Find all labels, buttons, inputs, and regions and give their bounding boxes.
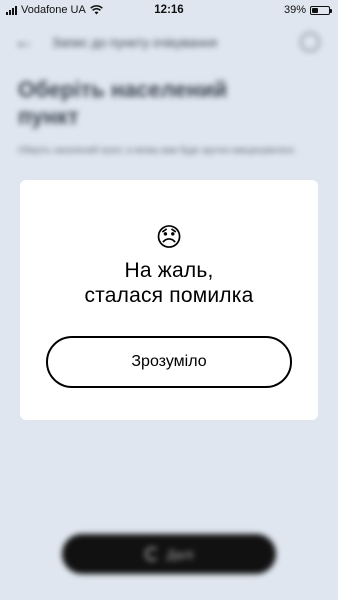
background-subtitle: Оберіть населений пункт, в якому вам буд…	[18, 145, 297, 155]
battery-icon	[310, 5, 332, 15]
carrier-label: Vodafone UA	[21, 4, 86, 16]
status-right: 39%	[284, 4, 338, 16]
dialog-title: На жаль, сталася помилка	[30, 258, 308, 308]
signal-icon	[6, 5, 17, 15]
arrow-left-icon: ←	[14, 30, 34, 53]
background-heading: Оберіть населений пункт	[18, 77, 228, 129]
battery-fill	[312, 7, 318, 13]
spinner-icon	[144, 547, 159, 561]
background-header: ← Запис до пункту очікування	[0, 28, 338, 56]
dialog-title-line1: На жаль,	[124, 259, 214, 282]
background-go-button: Далі	[62, 534, 276, 574]
status-left: Vodafone UA	[0, 4, 103, 16]
status-bar: Vodafone UA 12:16 39%	[0, 0, 338, 20]
background-header-title: Запис до пункту очікування	[52, 34, 218, 50]
ok-button[interactable]: Зрозуміло	[46, 336, 292, 388]
wifi-icon	[90, 5, 103, 15]
sad-face-icon: 😞	[155, 222, 183, 252]
error-dialog: 😞 На жаль, сталася помилка Зрозуміло	[20, 180, 318, 420]
menu-icon	[300, 32, 320, 52]
dialog-title-line2: сталася помилка	[84, 284, 254, 307]
background-go-label: Далі	[166, 546, 194, 562]
battery-percent: 39%	[283, 4, 306, 16]
